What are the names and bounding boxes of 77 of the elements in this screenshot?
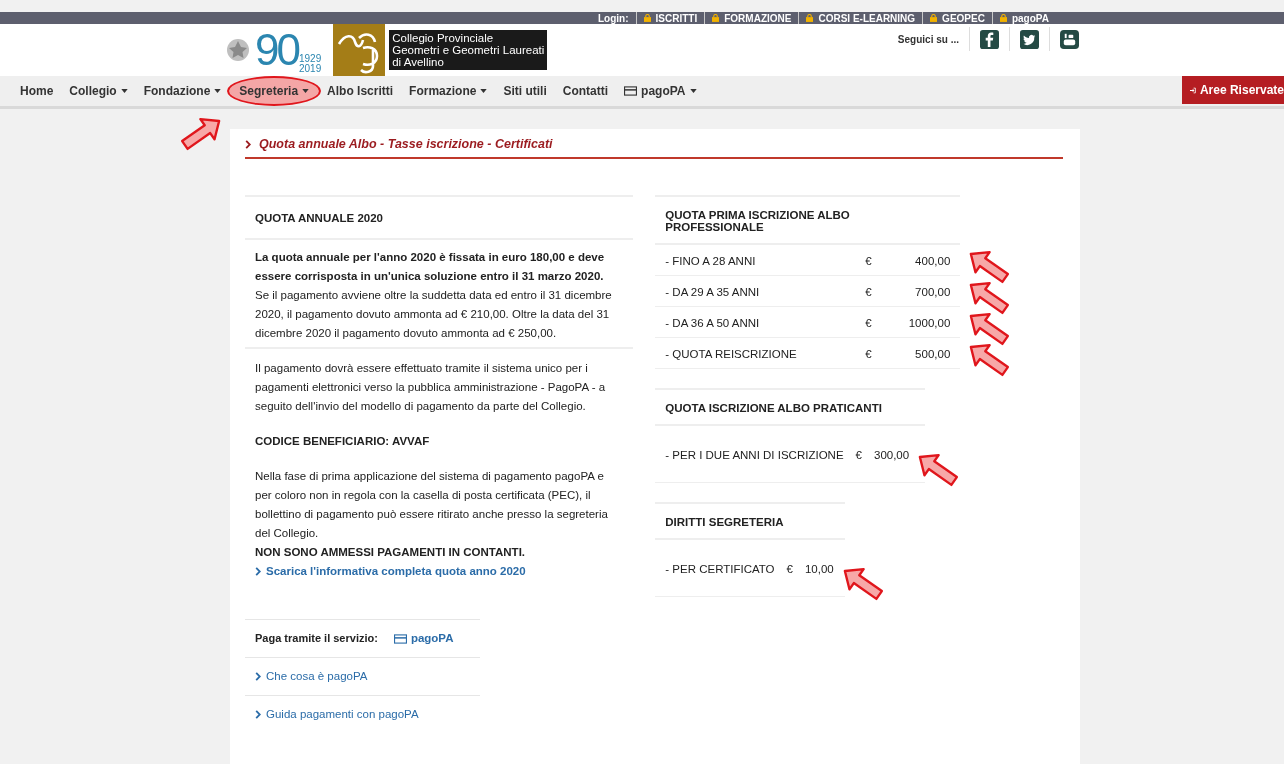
facebook-icon[interactable] xyxy=(980,29,999,49)
lock-icon xyxy=(999,14,1007,22)
fee-label: - QUOTA REISCRIZIONE xyxy=(665,348,798,360)
fee-table-heading: DIRITTI SEGRETERIA xyxy=(655,502,846,540)
download-link[interactable]: Scarica l'informativa completa quota anno 2020 xyxy=(245,562,634,581)
fee-label: - DA 29 A 35 ANNI xyxy=(665,286,761,298)
fee-amount: 500,00 xyxy=(914,348,951,360)
login-link[interactable]: GEOPEC xyxy=(930,12,985,24)
currency-symbol: € xyxy=(855,449,862,461)
currency-symbol: € xyxy=(865,348,873,360)
college-name-line: Geometri e Geometri Laureati xyxy=(392,44,545,56)
fee-label: - DA 36 A 50 ANNI xyxy=(665,317,761,329)
college-name-line: Collegio Provinciale xyxy=(392,32,495,44)
nav-menu-item[interactable]: Siti utili xyxy=(501,80,549,102)
anniversary-year: 1929 xyxy=(298,54,322,64)
fee-label: - PER I DUE ANNI DI ISCRIZIONE xyxy=(665,449,844,461)
fee-amount: 1000,00 xyxy=(907,317,951,329)
chevron-icon xyxy=(255,672,261,681)
beneficiary-code: CODICE BENEFICIARIO: AVVAF xyxy=(254,434,431,449)
intro-paragraph: Se il pagamento avviene oltre la suddetta data ed entro il 31 dicembre 2020, il pagamento dovuto ammonta ad € 210,00. Oltre la data del 31 dicembre 2020 il pagamento dovuto ammonta ad € 250,00. xyxy=(255,288,613,341)
fee-label: - PER CERTIFICATO xyxy=(665,563,775,575)
payment-paragraph: Il pagamento dovrà essere effettuato tramite il sistema unico per i pagamenti elettronici verso la pubblica amministrazione - PagoPA - a seguito dell'invio del modello di pagamento da parte del Collegio. xyxy=(254,361,607,414)
card-icon xyxy=(624,86,638,96)
login-icon xyxy=(1190,85,1196,95)
info-link[interactable]: Guida pagamenti con pagoPA xyxy=(255,705,419,724)
chevron-icon xyxy=(245,139,251,149)
fee-amount: 10,00 xyxy=(804,563,834,575)
twitter-icon[interactable] xyxy=(1020,29,1039,49)
page-title: Quota annuale Albo - Tasse iscrizione - Certificati xyxy=(245,133,1063,159)
login-link[interactable]: FORMAZIONE xyxy=(712,12,792,24)
fee-amount: 400,00 xyxy=(914,255,951,267)
login-link[interactable]: ISCRITTI xyxy=(643,12,698,24)
caret-icon xyxy=(689,89,697,93)
chevron-icon xyxy=(255,567,261,576)
currency-symbol: € xyxy=(786,563,793,575)
section-heading: QUOTA ANNUALE 2020 xyxy=(245,195,634,240)
nav-menu-item[interactable]: pagoPA xyxy=(622,80,699,102)
card-icon xyxy=(393,633,407,644)
info-link[interactable]: Che cosa è pagoPA xyxy=(255,667,368,686)
fee-amount: 300,00 xyxy=(874,449,910,461)
login-link[interactable]: pagoPA xyxy=(999,12,1049,24)
caret-icon xyxy=(302,89,310,93)
nav-menu-item[interactable]: Albo Iscritti xyxy=(325,80,396,102)
nav-menu-item[interactable]: Contatti xyxy=(560,80,611,102)
note-paragraph: Nella fase di prima applicazione del sistema di pagamento pagoPA e per coloro non in regola con la casella di posta certificata (PEC), il bollettino di pagamento può essere ritirato anche presso la segreteria del Collegio. xyxy=(254,469,609,541)
currency-symbol: € xyxy=(865,317,873,329)
lock-icon xyxy=(712,14,720,22)
anniversary-number: 90 xyxy=(255,28,298,72)
pay-label: Paga tramite il servizio: xyxy=(255,631,378,646)
intro-paragraph: La quota annuale per l'anno 2020 è fissata in euro 180,00 e deve essere corrisposta in un'unica soluzione entro il 31 marzo 2020. xyxy=(255,250,606,284)
nav-menu-item[interactable]: Segreteria xyxy=(227,76,322,106)
nav-menu-item[interactable]: Fondazione xyxy=(141,80,224,102)
currency-symbol: € xyxy=(865,286,873,298)
pagopa-link[interactable]: pagoPA xyxy=(393,629,454,648)
fee-table-heading: QUOTA ISCRIZIONE ALBO PRATICANTI xyxy=(655,388,926,426)
chevron-icon xyxy=(255,710,261,719)
currency-symbol: € xyxy=(865,255,873,267)
nav-menu-item[interactable]: Formazione xyxy=(407,80,490,102)
fee-table-heading: QUOTA PRIMA ISCRIZIONE ALBO PROFESSIONALE xyxy=(655,195,961,245)
lock-icon xyxy=(930,14,938,22)
follow-label: Seguici su ... xyxy=(897,33,959,45)
fee-label: - FINO A 28 ANNI xyxy=(665,255,757,267)
fee-amount: 700,00 xyxy=(914,286,951,298)
lock-icon xyxy=(806,14,814,22)
cash-warning: NON SONO AMMESSI PAGAMENTI IN CONTANTI. xyxy=(254,545,527,560)
college-name-line: di Avellino xyxy=(392,56,445,68)
nav-menu-item[interactable]: Home xyxy=(18,80,56,102)
anniversary-year: 2019 xyxy=(298,64,322,74)
emblem-icon xyxy=(225,36,251,64)
caret-icon xyxy=(120,89,128,93)
login-link[interactable]: CORSI E-LEARNING xyxy=(806,12,916,24)
caret-icon xyxy=(480,89,488,93)
reserved-area-button[interactable]: Aree Riservate xyxy=(1182,76,1284,104)
caret-icon xyxy=(214,89,222,93)
lock-icon xyxy=(643,14,651,22)
login-label: Login: xyxy=(598,12,629,24)
nav-menu-item[interactable]: Collegio xyxy=(67,80,130,102)
